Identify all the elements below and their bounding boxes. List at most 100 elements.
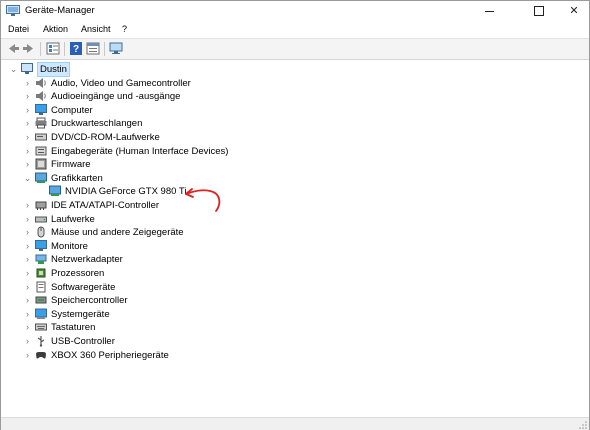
tree-item-label: Monitore	[51, 240, 88, 252]
tree-item-label: Firmware	[51, 159, 91, 171]
menu-bar: Datei Aktion Ansicht ?	[1, 21, 589, 38]
chevron-right-icon[interactable]: ›	[23, 226, 32, 239]
tree-item-label: NVIDIA GeForce GTX 980 Ti	[65, 186, 187, 198]
tree-category[interactable]: › Netzwerkadapter	[23, 253, 323, 266]
tree-item-label: USB-Controller	[51, 336, 115, 347]
tree-category[interactable]: ⌄ Grafikkarten	[23, 172, 323, 185]
svg-text:?: ?	[73, 44, 79, 55]
chevron-right-icon[interactable]: ›	[23, 308, 32, 321]
system-device-icon	[35, 308, 47, 319]
tree-item-label: Mäuse und andere Zeigegeräte	[51, 227, 184, 239]
tree-item-label: DVD/CD-ROM-Laufwerke	[51, 132, 160, 143]
device-manager-app-icon	[6, 5, 20, 16]
tree-category[interactable]: › Audio, Video und Gamecontroller	[23, 77, 323, 90]
speaker-icon	[36, 77, 46, 88]
monitor-icon	[35, 103, 47, 115]
tree-category[interactable]: › Firmware	[23, 158, 323, 171]
firmware-icon	[35, 158, 47, 170]
close-button[interactable]: ✕	[559, 1, 589, 21]
tree-category[interactable]: › Speichercontroller	[23, 294, 323, 307]
chevron-right-icon[interactable]: ›	[23, 213, 32, 226]
tree-category[interactable]: › Laufwerke	[23, 213, 323, 226]
chevron-down-icon[interactable]: ⌄	[9, 63, 18, 76]
tree-category[interactable]: › DVD/CD-ROM-Laufwerke	[23, 131, 323, 144]
hid-icon	[35, 146, 47, 156]
title-bar[interactable]: Geräte-Manager ✕	[1, 1, 589, 21]
menu-ansicht[interactable]: Ansicht	[81, 24, 111, 34]
window-title: Geräte-Manager	[25, 5, 95, 16]
processor-icon	[36, 268, 46, 278]
chevron-right-icon[interactable]: ›	[23, 90, 32, 103]
toolbar: ?	[1, 38, 589, 60]
minimize-button[interactable]	[474, 1, 504, 21]
tree-category[interactable]: › XBOX 360 Peripheriegeräte	[23, 349, 323, 362]
tree-category[interactable]: › Systemgeräte	[23, 308, 323, 321]
resize-grip-icon[interactable]	[579, 421, 587, 429]
tree-category[interactable]: › Druckwarteschlangen	[23, 117, 323, 130]
maximize-icon	[534, 6, 544, 17]
tree-root-node[interactable]: ⌄ Dustin	[9, 62, 209, 77]
device-tree[interactable]: ⌄ Dustin › Audio, Video und Gamecontrolle…	[5, 61, 587, 427]
display-adapter-icon	[35, 172, 47, 183]
chevron-right-icon[interactable]: ›	[23, 117, 32, 130]
chevron-right-icon[interactable]: ›	[23, 267, 32, 280]
storage-controller-icon	[35, 296, 47, 304]
monitor-icon	[35, 239, 47, 251]
drive-icon	[35, 216, 47, 223]
tree-category[interactable]: › Eingabegeräte (Human Interface Devices)	[23, 145, 323, 158]
toolbar-separator	[104, 42, 105, 56]
monitor-scan-icon[interactable]	[108, 41, 124, 56]
tree-category[interactable]: › Softwaregeräte	[23, 281, 323, 294]
speaker-icon	[36, 91, 46, 102]
tree-category[interactable]: › IDE ATA/ATAPI-Controller	[23, 199, 323, 212]
chevron-right-icon[interactable]: ›	[23, 131, 32, 144]
tree-item-label: Netzwerkadapter	[51, 254, 123, 266]
menu-help[interactable]: ?	[122, 24, 127, 34]
details-view-icon[interactable]	[85, 41, 101, 56]
tree-item-label: Tastaturen	[51, 322, 96, 334]
tree-category[interactable]: › Monitore	[23, 239, 323, 253]
chevron-right-icon[interactable]: ›	[23, 281, 32, 294]
tree-category[interactable]: › Computer	[23, 103, 323, 117]
computer-icon	[21, 63, 33, 74]
network-icon	[35, 254, 47, 265]
chevron-right-icon[interactable]: ›	[23, 253, 32, 266]
tree-category[interactable]: › Mäuse und andere Zeigegeräte	[23, 226, 323, 239]
chevron-right-icon[interactable]: ›	[23, 294, 32, 307]
menu-datei[interactable]: Datei	[8, 24, 29, 34]
toolbar-separator	[40, 42, 41, 56]
ide-controller-icon	[35, 201, 47, 210]
tree-item-label: Audioeingänge und -ausgänge	[51, 91, 181, 103]
chevron-right-icon[interactable]: ›	[23, 199, 32, 212]
tree-root-label: Dustin	[37, 62, 70, 77]
tree-category[interactable]: › USB-Controller	[23, 335, 323, 348]
properties-icon[interactable]	[45, 41, 61, 56]
menu-aktion[interactable]: Aktion	[43, 24, 68, 34]
tree-category[interactable]: › Audioeingänge und -ausgänge	[23, 90, 323, 103]
tree-category[interactable]: › Tastaturen	[23, 321, 323, 334]
chevron-right-icon[interactable]: ›	[23, 349, 32, 362]
chevron-right-icon[interactable]: ›	[23, 77, 32, 90]
back-arrow-icon[interactable]	[5, 41, 21, 56]
mouse-icon	[37, 226, 45, 238]
display-adapter-icon	[49, 185, 61, 197]
software-device-icon	[36, 281, 46, 293]
tree-category[interactable]: › Prozessoren	[23, 267, 323, 280]
tree-item-label: Speichercontroller	[51, 295, 128, 307]
chevron-right-icon[interactable]: ›	[23, 158, 32, 171]
chevron-down-icon[interactable]: ⌄	[23, 172, 32, 185]
chevron-right-icon[interactable]: ›	[23, 240, 32, 253]
chevron-right-icon[interactable]: ›	[23, 321, 32, 334]
tree-item-label: Grafikkarten	[51, 172, 103, 184]
toolbar-separator	[64, 42, 65, 56]
forward-arrow-icon[interactable]	[21, 41, 37, 56]
tree-item-label: Systemgeräte	[51, 308, 110, 320]
maximize-button[interactable]	[524, 1, 554, 21]
chevron-right-icon[interactable]: ›	[23, 104, 32, 117]
tree-item-label: Laufwerke	[51, 213, 95, 225]
chevron-right-icon[interactable]: ›	[23, 145, 32, 158]
help-icon[interactable]: ?	[68, 41, 84, 56]
chevron-right-icon[interactable]: ›	[23, 335, 32, 348]
close-icon: ✕	[569, 5, 579, 17]
tree-item-label: Computer	[51, 104, 93, 116]
